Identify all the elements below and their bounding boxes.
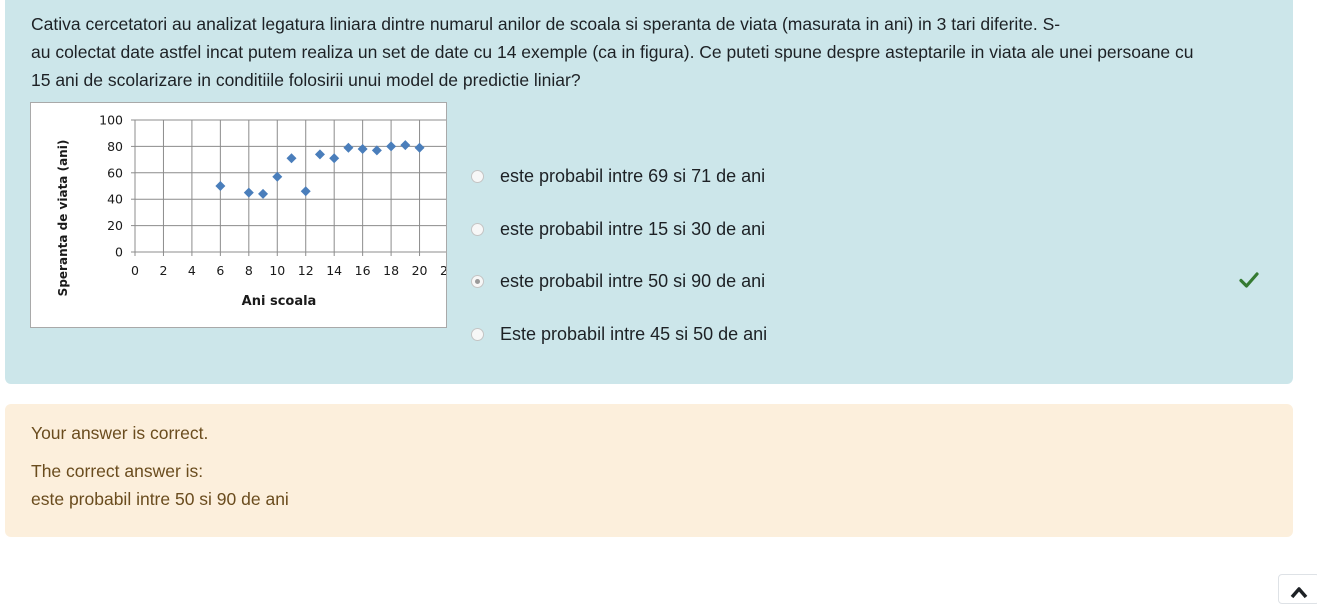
question-line-2: au colectat date astfel incat putem real… (31, 42, 1194, 62)
data-point (258, 188, 269, 199)
data-point (329, 153, 340, 164)
x-tick-label: 18 (383, 263, 399, 278)
x-tick-label: 4 (188, 263, 196, 278)
option-label: este probabil intre 50 si 90 de ani (500, 271, 766, 292)
scatter-chart: 0 20 40 60 80 100 0 2 4 6 8 10 12 14 16 18 20 22 Ani sco… (56, 113, 446, 309)
data-point (400, 140, 411, 151)
x-tick-label: 2 (159, 263, 167, 278)
y-tick-label: 0 (115, 245, 123, 260)
checkmark-icon (1239, 272, 1259, 288)
y-tick-label: 60 (107, 165, 123, 180)
arrow-up-icon (1290, 587, 1308, 599)
chart-axes (131, 119, 446, 256)
radio-button[interactable] (471, 169, 484, 183)
option-label: este probabil intre 15 si 30 de ani (500, 218, 766, 239)
data-point (343, 142, 354, 153)
answer-option-2[interactable]: este probabil intre 15 si 30 de ani (471, 203, 1281, 256)
data-point (314, 149, 325, 160)
data-point (300, 186, 311, 197)
data-point (215, 181, 226, 191)
correct-answer-intro: The correct answer is: (31, 461, 204, 481)
answer-option-3[interactable]: este probabil intre 50 si 90 de ani (471, 255, 1281, 308)
answer-option-4[interactable]: Este probabil intre 45 si 50 de ani (471, 308, 1281, 361)
data-point (386, 141, 397, 152)
answer-options: este probabil intre 69 si 71 de ani este… (471, 150, 1281, 361)
option-label: Este probabil intre 45 si 50 de ani (500, 323, 768, 344)
y-tick-label: 100 (99, 113, 123, 128)
radio-button-selected[interactable] (471, 275, 484, 289)
question-text: Cativa cercetatori au analizat legatura … (31, 10, 1281, 94)
x-axis-label: Ani scoala (242, 294, 317, 309)
x-tick-label: 8 (245, 263, 253, 278)
data-point (286, 153, 297, 164)
data-point (357, 144, 368, 155)
x-tick-label: 6 (216, 263, 224, 278)
x-tick-label: 12 (298, 263, 314, 278)
x-tick-label: 14 (326, 263, 342, 278)
y-tick-label: 20 (107, 218, 123, 233)
y-tick-label: 80 (107, 139, 123, 154)
x-tick-label: 16 (355, 263, 371, 278)
data-points (215, 140, 425, 199)
x-tick-label: 22 (440, 263, 446, 278)
option-label: este probabil intre 69 si 71 de ani (500, 165, 766, 186)
radio-button[interactable] (471, 222, 484, 236)
feedback-panel: Your answer is correct. The correct answ… (5, 404, 1293, 537)
question-line-3: 15 ani de scolarizare in conditiile folo… (31, 70, 581, 90)
x-tick-label: 20 (412, 263, 428, 278)
scatter-chart-figure: 0 20 40 60 80 100 0 2 4 6 8 10 12 14 16 18 20 22 Ani sco… (30, 102, 447, 328)
feedback-status: Your answer is correct. (31, 423, 209, 443)
back-to-top-button[interactable] (1278, 574, 1317, 604)
y-axis-label: Speranta de viata (ani) (56, 140, 70, 297)
answer-option-1[interactable]: este probabil intre 69 si 71 de ani (471, 150, 1281, 203)
correct-answer-text: este probabil intre 50 si 90 de ani (31, 489, 289, 509)
chart-grid (135, 119, 446, 252)
data-point (243, 187, 254, 198)
question-line-1: Cativa cercetatori au analizat legatura … (31, 14, 1061, 34)
x-tick-label: 0 (131, 263, 139, 278)
x-tick-label: 10 (269, 263, 285, 278)
x-tick-labels: 0 2 4 6 8 10 12 14 16 18 20 22 (131, 263, 446, 278)
radio-button[interactable] (471, 327, 484, 341)
data-point (414, 142, 425, 153)
y-tick-label: 40 (107, 192, 123, 207)
y-tick-labels: 0 20 40 60 80 100 (99, 113, 123, 260)
